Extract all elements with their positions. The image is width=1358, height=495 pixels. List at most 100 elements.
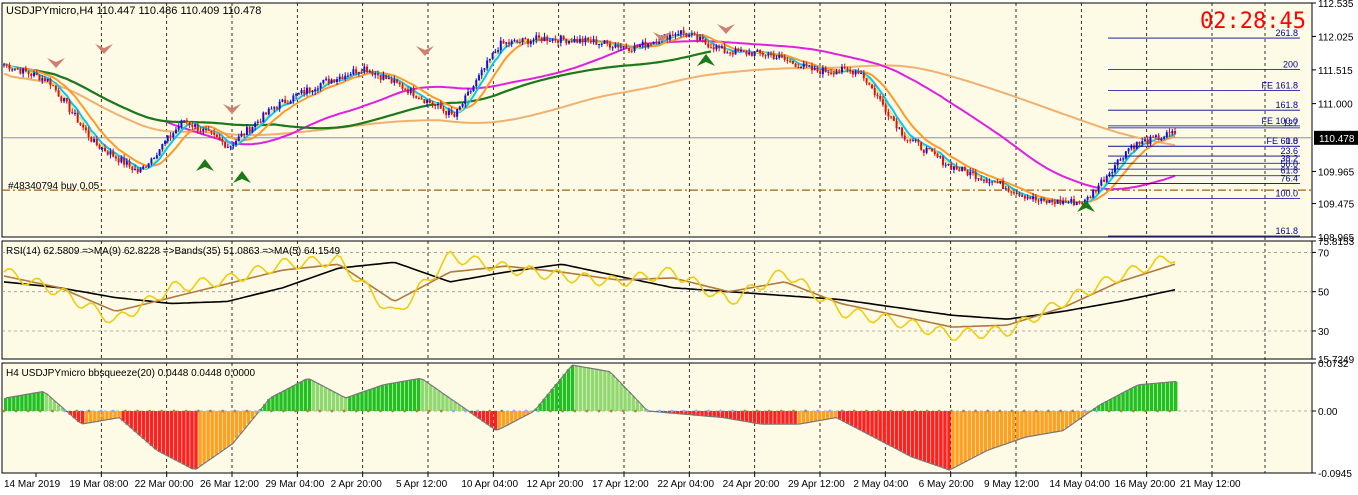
candle-body [535, 35, 538, 40]
squeeze-dot [1083, 409, 1087, 413]
candle-body [1040, 198, 1043, 202]
candle-body [215, 134, 218, 138]
squeeze-bar [186, 411, 190, 467]
candle-body [1010, 191, 1013, 193]
candle-body [1168, 132, 1171, 134]
candle-body [387, 78, 390, 80]
squeeze-bar [206, 411, 210, 461]
squeeze-dot [221, 409, 225, 413]
candle-body [199, 130, 202, 132]
candle-body [297, 93, 300, 95]
candle-body [281, 99, 284, 102]
price-tick-label: 109.475 [1318, 200, 1355, 211]
candle-body [254, 122, 257, 128]
candle-body [406, 89, 409, 94]
candle-body [194, 124, 197, 127]
candle-body [1051, 200, 1054, 203]
candle-body [830, 72, 833, 74]
candle-body [677, 34, 680, 36]
squeeze-dot [949, 409, 953, 413]
candle-body [565, 39, 568, 44]
candle-body [578, 38, 581, 43]
squeeze-bar [169, 411, 174, 459]
squeeze-bar [303, 379, 308, 412]
squeeze-bar [874, 411, 878, 439]
candle-body [346, 75, 349, 77]
candle-body [204, 129, 207, 131]
squeeze-dot [828, 409, 832, 413]
candle-body [696, 34, 699, 41]
candle-body [278, 101, 281, 109]
candle-body [720, 46, 723, 49]
squeeze-bar [1012, 411, 1016, 442]
squeeze-bar [748, 411, 753, 423]
candle-body [267, 108, 270, 115]
candle-body [1004, 188, 1007, 190]
candle-body [860, 72, 863, 74]
squeeze-bar [728, 411, 733, 419]
candle-body [120, 157, 123, 163]
candle-body [543, 36, 546, 42]
candle-body [655, 41, 658, 44]
candle-body [630, 50, 633, 52]
squeeze-title: H4 USDJPYmicro bbsqueeze(20) 0.0448 0.04… [6, 368, 255, 379]
chart-canvas: 261.8200FE 161.8161.8127FE 100.00.0FE 61… [1, 0, 1358, 490]
candle-body [412, 88, 415, 97]
squeeze-dot [1071, 409, 1075, 413]
candle-body [16, 68, 19, 70]
candle-body [445, 110, 448, 115]
squeeze-dot [451, 409, 455, 413]
x-tick-label: 29 Mar 04:00 [265, 479, 324, 490]
candle-body [892, 116, 895, 121]
squeeze-bar [101, 411, 105, 421]
candle-body [177, 126, 180, 130]
candle-body [638, 45, 641, 48]
candle-body [808, 65, 811, 67]
candle-body [1174, 131, 1176, 134]
candle-body [150, 158, 153, 164]
squeeze-bar [80, 411, 85, 424]
candle-body [701, 36, 704, 40]
candle-body [60, 96, 63, 102]
squeeze-bar [947, 411, 951, 470]
squeeze-dot [937, 409, 941, 413]
candle-body [611, 47, 614, 49]
candle-body [185, 120, 188, 123]
candle-body [821, 67, 824, 75]
candle-body [357, 72, 360, 74]
candle-body [273, 107, 276, 109]
squeeze-dot [682, 409, 686, 413]
squeeze-dot [585, 409, 589, 413]
squeeze-bar [1036, 411, 1040, 435]
x-tick-label: 2 May 04:00 [853, 479, 908, 490]
candle-body [603, 40, 606, 44]
candle-body [1067, 202, 1070, 204]
squeeze-bar [1056, 411, 1060, 432]
candle-body [685, 33, 688, 37]
candle-body [775, 57, 778, 59]
squeeze-bar [182, 411, 186, 465]
squeeze-bar [1020, 411, 1024, 439]
squeeze-dot [318, 409, 322, 413]
fib-level-label: FE 100.0 [1261, 116, 1298, 126]
squeeze-bar [416, 378, 421, 412]
candle-body [1105, 175, 1108, 182]
squeeze-bar [493, 411, 498, 431]
rsi-tick-label: 50 [1318, 288, 1330, 299]
price-tick-label: 111.515 [1318, 66, 1353, 77]
price-tick-label: 112.025 [1318, 32, 1354, 43]
squeeze-dot [719, 409, 722, 413]
squeeze-bar [582, 367, 587, 412]
candle-body [901, 127, 904, 136]
squeeze-bar [89, 411, 93, 423]
candle-body [516, 40, 519, 43]
squeeze-dot [609, 409, 613, 413]
candle-body [423, 99, 426, 103]
candle-body [993, 181, 996, 183]
candle-body [682, 30, 685, 34]
candle-body [144, 166, 147, 168]
candle-body [139, 168, 142, 173]
squeeze-bar [611, 375, 615, 412]
squeeze-bar [1040, 411, 1044, 435]
x-tick-label: 22 Mar 00:00 [135, 479, 194, 490]
